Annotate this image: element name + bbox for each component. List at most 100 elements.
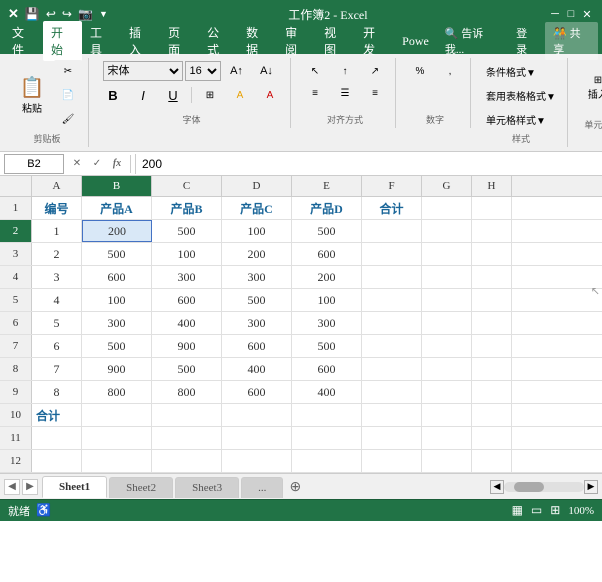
cell-f9[interactable]	[362, 381, 422, 403]
cell-a5[interactable]: 4	[32, 289, 82, 311]
cancel-formula-icon[interactable]: ✕	[68, 155, 86, 173]
menu-power[interactable]: Powe	[394, 31, 437, 52]
row-header-2[interactable]: 2	[0, 220, 32, 242]
insert-function-icon[interactable]: fx	[108, 155, 126, 173]
menu-data[interactable]: 数据	[238, 21, 277, 61]
menu-search[interactable]: 🔍 告诉我...	[437, 22, 508, 60]
align-right-button[interactable]: ≡	[361, 82, 389, 104]
cell-d8[interactable]: 400	[222, 358, 292, 380]
align-top-left-button[interactable]: ↖	[301, 60, 329, 82]
cell-h6[interactable]	[472, 312, 512, 334]
decrease-font-button[interactable]: A↓	[253, 60, 281, 82]
cell-a7[interactable]: 6	[32, 335, 82, 357]
cell-g1[interactable]	[422, 197, 472, 219]
cell-f6[interactable]	[362, 312, 422, 334]
cell-c11[interactable]	[152, 427, 222, 449]
row-header-5[interactable]: 5	[0, 289, 32, 311]
menu-formula[interactable]: 公式	[199, 21, 238, 61]
increase-font-button[interactable]: A↑	[223, 60, 251, 82]
row-header-7[interactable]: 7	[0, 335, 32, 357]
cell-h12[interactable]	[472, 450, 512, 472]
cell-b1[interactable]: 产品A	[82, 197, 152, 219]
cell-h4[interactable]	[472, 266, 512, 288]
cell-e7[interactable]: 500	[292, 335, 362, 357]
conditional-format-button[interactable]: 条件格式▼	[481, 60, 541, 82]
cell-a1[interactable]: 编号	[32, 197, 82, 219]
cell-f8[interactable]	[362, 358, 422, 380]
menu-insert[interactable]: 插入	[121, 21, 160, 61]
cell-g8[interactable]	[422, 358, 472, 380]
cell-d4[interactable]: 300	[222, 266, 292, 288]
cell-d2[interactable]: 100	[222, 220, 292, 242]
sheet-tab-sheet2[interactable]: Sheet2	[109, 477, 173, 498]
cell-d5[interactable]: 500	[222, 289, 292, 311]
menu-view[interactable]: 视图	[316, 21, 355, 61]
h-scroll-thumb[interactable]	[514, 482, 544, 492]
cell-c6[interactable]: 400	[152, 312, 222, 334]
col-header-a[interactable]: A	[32, 176, 82, 196]
cell-e12[interactable]	[292, 450, 362, 472]
menu-developer[interactable]: 开发	[355, 21, 394, 61]
cell-e11[interactable]	[292, 427, 362, 449]
cell-d11[interactable]	[222, 427, 292, 449]
cell-h8[interactable]	[472, 358, 512, 380]
sheet-prev-button[interactable]: ◀	[4, 479, 20, 495]
cell-d1[interactable]: 产品C	[222, 197, 292, 219]
align-top-center-button[interactable]: ↑	[331, 60, 359, 82]
cell-f3[interactable]	[362, 243, 422, 265]
col-header-c[interactable]: C	[152, 176, 222, 196]
cell-g9[interactable]	[422, 381, 472, 403]
cell-e4[interactable]: 200	[292, 266, 362, 288]
sheet-tab-sheet1[interactable]: Sheet1	[42, 476, 107, 498]
menu-share[interactable]: 🧑‍🤝‍🧑 共享	[545, 22, 598, 60]
quick-access-undo[interactable]: ↩	[46, 7, 56, 22]
cell-a4[interactable]: 3	[32, 266, 82, 288]
cell-a11[interactable]	[32, 427, 82, 449]
scroll-right-button[interactable]: ▶	[584, 480, 598, 494]
cell-e9[interactable]: 400	[292, 381, 362, 403]
border-button[interactable]: ⊞	[196, 84, 224, 106]
cell-g4[interactable]	[422, 266, 472, 288]
fill-color-button[interactable]: A	[226, 84, 254, 106]
sheet-tab-more[interactable]: ...	[241, 477, 283, 498]
col-header-d[interactable]: D	[222, 176, 292, 196]
col-header-b[interactable]: B	[82, 176, 152, 196]
col-header-g[interactable]: G	[422, 176, 472, 196]
cell-e6[interactable]: 300	[292, 312, 362, 334]
table-format-button[interactable]: 套用表格格式▼	[481, 84, 561, 106]
row-header-3[interactable]: 3	[0, 243, 32, 265]
bold-button[interactable]: B	[99, 84, 127, 106]
italic-button[interactable]: I	[129, 84, 157, 106]
paste-button[interactable]: 📋 粘贴	[12, 67, 52, 123]
quick-access-save[interactable]: 💾	[25, 7, 40, 22]
formula-input[interactable]	[135, 154, 598, 174]
cell-c1[interactable]: 产品B	[152, 197, 222, 219]
cell-a2[interactable]: 1	[32, 220, 82, 242]
cell-e3[interactable]: 600	[292, 243, 362, 265]
cell-f5[interactable]	[362, 289, 422, 311]
view-normal-icon[interactable]: ▦	[512, 503, 523, 518]
cell-c2[interactable]: 500	[152, 220, 222, 242]
cell-e1[interactable]: 产品D	[292, 197, 362, 219]
row-header-10[interactable]: 10	[0, 404, 32, 426]
row-header-6[interactable]: 6	[0, 312, 32, 334]
copy-button[interactable]: 📄	[54, 84, 82, 106]
cell-h9[interactable]	[472, 381, 512, 403]
cell-h2[interactable]	[472, 220, 512, 242]
cell-b5[interactable]: 100	[82, 289, 152, 311]
cell-f11[interactable]	[362, 427, 422, 449]
underline-button[interactable]: U	[159, 84, 187, 106]
cell-c9[interactable]: 800	[152, 381, 222, 403]
row-header-9[interactable]: 9	[0, 381, 32, 403]
cell-d10[interactable]	[222, 404, 292, 426]
cell-c5[interactable]: 600 ↖	[152, 289, 222, 311]
align-center-button[interactable]: ☰	[331, 82, 359, 104]
cell-f2[interactable]	[362, 220, 422, 242]
cell-style-button[interactable]: 单元格样式▼	[481, 108, 551, 130]
quick-access-redo[interactable]: ↪	[62, 7, 72, 22]
cell-h1[interactable]	[472, 197, 512, 219]
format-painter-button[interactable]: 🖌	[54, 108, 82, 130]
cell-e10[interactable]	[292, 404, 362, 426]
col-header-h[interactable]: H	[472, 176, 512, 196]
row-header-8[interactable]: 8	[0, 358, 32, 380]
